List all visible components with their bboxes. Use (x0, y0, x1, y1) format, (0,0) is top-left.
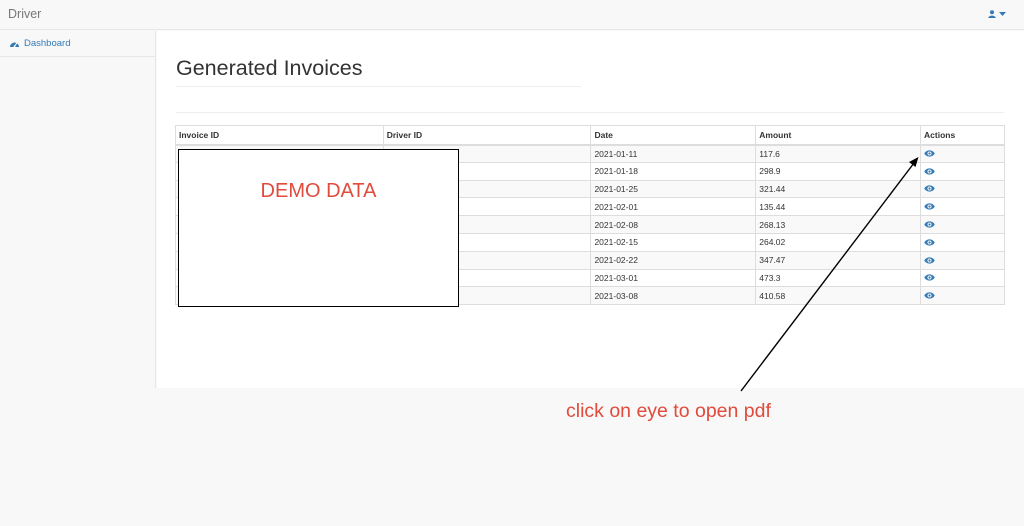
eye-icon[interactable] (924, 273, 935, 283)
section-divider (176, 112, 1004, 113)
actions-cell (920, 144, 1005, 163)
date-cell: 2021-03-01 (590, 268, 757, 288)
amount-cell: 117.6 (755, 144, 922, 163)
eye-icon[interactable] (924, 167, 935, 177)
column-header-invoice-id: Invoice ID (175, 125, 384, 146)
dashboard-icon (10, 42, 19, 47)
navbar-brand[interactable]: Driver (8, 7, 41, 21)
amount-cell: 264.02 (755, 232, 922, 252)
user-menu-toggle[interactable] (988, 10, 1006, 18)
date-cell: 2021-02-15 (590, 232, 757, 252)
caret-down-icon (999, 11, 1006, 16)
amount-cell: 410.58 (755, 286, 922, 306)
title-divider (176, 86, 581, 87)
date-cell: 2021-03-08 (590, 286, 757, 306)
eye-icon[interactable] (924, 184, 935, 194)
date-cell: 2021-01-18 (590, 161, 757, 181)
column-header-date: Date (590, 125, 757, 146)
actions-cell (920, 179, 1005, 199)
eye-icon[interactable] (924, 149, 935, 159)
demo-data-label: DEMO DATA (260, 180, 377, 202)
top-navbar: Driver (0, 0, 1024, 30)
actions-cell (920, 250, 1005, 270)
actions-cell (920, 161, 1005, 181)
eye-icon[interactable] (924, 291, 935, 301)
eye-icon[interactable] (924, 256, 935, 266)
amount-cell: 135.44 (755, 197, 922, 217)
amount-cell: 298.9 (755, 161, 922, 181)
date-cell: 2021-02-08 (590, 215, 757, 234)
actions-cell (920, 268, 1005, 288)
sidebar: Dashboard (0, 31, 156, 388)
date-cell: 2021-01-25 (590, 179, 757, 199)
eye-icon[interactable] (924, 220, 935, 230)
date-cell: 2021-02-22 (590, 250, 757, 270)
column-header-actions: Actions (920, 125, 1005, 146)
column-header-driver-id: Driver ID (382, 125, 592, 146)
table-header-row: Invoice ID Driver ID Date Amount Actions (175, 125, 1005, 146)
actions-cell (920, 197, 1005, 217)
date-cell: 2021-01-11 (590, 144, 757, 163)
actions-cell (920, 232, 1005, 252)
date-cell: 2021-02-01 (590, 197, 757, 217)
demo-data-box: DEMO DATA (178, 149, 459, 307)
amount-cell: 321.44 (755, 179, 922, 199)
annotation-text: click on eye to open pdf (566, 400, 771, 422)
sidebar-item-dashboard[interactable]: Dashboard (0, 31, 155, 57)
eye-icon[interactable] (924, 238, 935, 248)
user-icon (988, 10, 996, 18)
actions-cell (920, 215, 1005, 234)
amount-cell: 473.3 (755, 268, 922, 288)
actions-cell (920, 286, 1005, 306)
page-title: Generated Invoices (176, 56, 363, 80)
amount-cell: 347.47 (755, 250, 922, 270)
sidebar-item-label: Dashboard (24, 38, 71, 49)
column-header-amount: Amount (755, 125, 922, 146)
eye-icon[interactable] (924, 202, 935, 212)
amount-cell: 268.13 (755, 215, 922, 234)
